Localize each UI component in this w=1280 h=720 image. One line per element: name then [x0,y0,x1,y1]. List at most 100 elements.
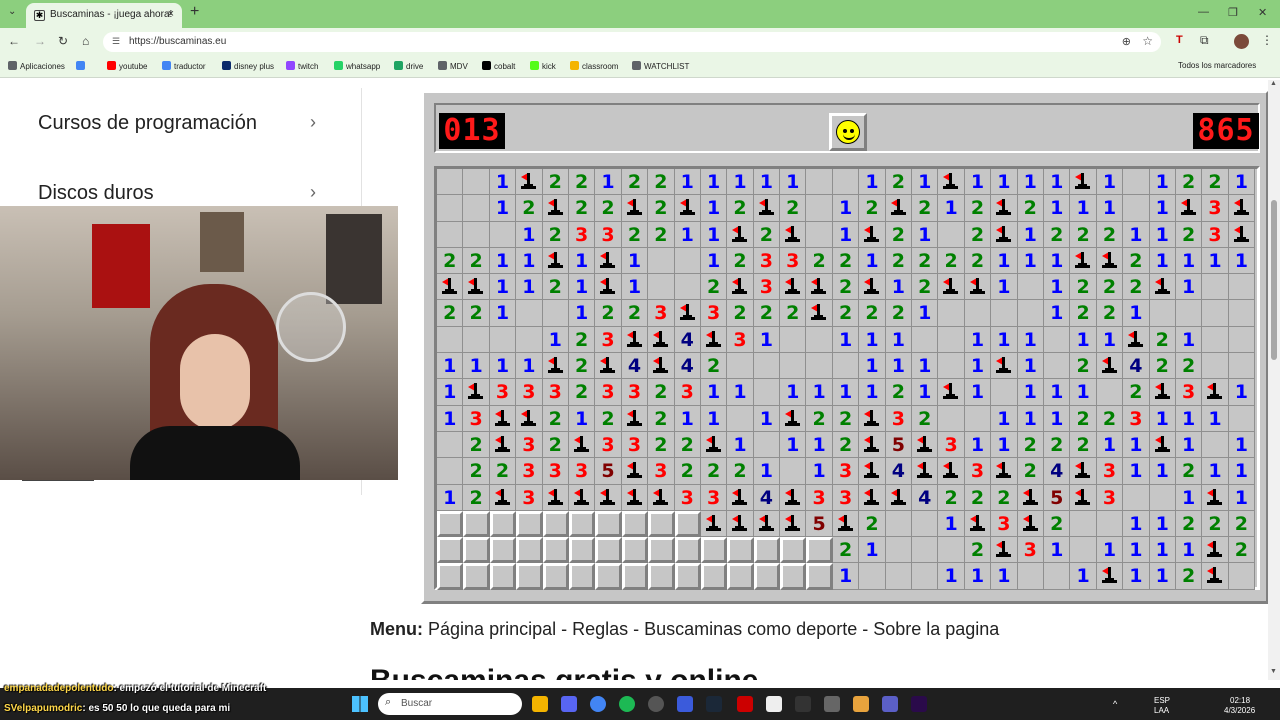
unrevealed-cell[interactable] [753,537,781,564]
reload-icon[interactable]: ↻ [58,34,68,48]
number-cell[interactable]: 1 [489,195,517,222]
number-cell[interactable]: 3 [1096,484,1124,511]
number-cell[interactable]: 1 [806,431,833,459]
all-bookmarks-button[interactable]: Todos los marcadores [1178,61,1256,70]
empty-cell[interactable] [489,326,517,354]
number-cell[interactable]: 1 [832,563,860,590]
flag-icon[interactable] [621,458,649,485]
empty-cell[interactable] [753,353,781,380]
number-cell[interactable]: 2 [912,247,939,275]
unrevealed-cell[interactable] [700,537,728,564]
number-cell[interactable]: 2 [938,247,965,275]
number-cell[interactable]: 1 [1228,247,1256,275]
number-cell[interactable]: 4 [753,484,781,511]
number-cell[interactable]: 2 [1043,431,1071,459]
number-cell[interactable]: 1 [1043,274,1071,301]
unrevealed-cell[interactable] [753,563,781,590]
empty-cell[interactable] [964,405,992,432]
minimize-icon[interactable]: — [1198,6,1209,18]
flag-icon[interactable] [1202,379,1229,406]
bookmark-star-icon[interactable]: ☆ [1142,34,1153,48]
unrevealed-cell[interactable] [568,510,596,538]
number-cell[interactable]: 2 [885,379,913,406]
number-cell[interactable]: 1 [1096,537,1124,564]
unrevealed-cell[interactable] [674,563,701,590]
number-cell[interactable]: 2 [1017,195,1044,222]
number-cell[interactable]: 2 [674,458,701,485]
number-cell[interactable]: 1 [568,300,596,327]
flag-icon[interactable] [516,405,543,432]
number-cell[interactable]: 3 [1123,405,1150,432]
empty-cell[interactable] [437,326,464,354]
number-cell[interactable]: 2 [964,221,992,248]
flag-icon[interactable] [595,247,622,275]
number-cell[interactable]: 1 [542,326,569,354]
flag-icon[interactable] [780,484,807,511]
flag-icon[interactable] [727,221,754,248]
number-cell[interactable]: 2 [516,195,543,222]
new-tab-button[interactable]: + [190,3,199,21]
unrevealed-cell[interactable] [516,537,543,564]
unrevealed-cell[interactable] [463,563,490,590]
empty-cell[interactable] [885,537,913,564]
number-cell[interactable]: 3 [516,379,543,406]
number-cell[interactable]: 1 [489,169,517,196]
flag-icon[interactable] [727,510,754,538]
empty-cell[interactable] [1202,353,1229,380]
empty-cell[interactable] [1228,353,1256,380]
empty-cell[interactable] [912,537,939,564]
number-cell[interactable]: 2 [806,405,833,432]
number-cell[interactable]: 1 [753,169,781,196]
spotify-icon[interactable] [619,696,635,712]
sidebar-item-cursos[interactable]: Cursos de programación [38,112,257,135]
unrevealed-cell[interactable] [516,563,543,590]
number-cell[interactable]: 1 [516,221,543,248]
number-cell[interactable]: 1 [1096,169,1124,196]
number-cell[interactable]: 1 [1175,274,1203,301]
number-cell[interactable]: 2 [437,300,464,327]
empty-cell[interactable] [1123,169,1150,196]
unrevealed-cell[interactable] [437,563,464,590]
empty-cell[interactable] [1017,300,1044,327]
chevron-right-icon[interactable]: › [310,182,316,203]
number-cell[interactable]: 1 [1043,405,1071,432]
number-cell[interactable]: 2 [568,326,596,354]
number-cell[interactable]: 3 [568,221,596,248]
taskbar-search[interactable]: ⌕ Buscar [378,693,522,715]
flag-icon[interactable] [991,537,1018,564]
number-cell[interactable]: 1 [991,169,1018,196]
number-cell[interactable]: 2 [1096,221,1124,248]
unrevealed-cell[interactable] [542,537,569,564]
unrevealed-cell[interactable] [700,563,728,590]
number-cell[interactable]: 1 [595,169,622,196]
empty-cell[interactable] [463,221,490,248]
number-cell[interactable]: 1 [1228,484,1256,511]
number-cell[interactable]: 1 [1070,195,1097,222]
number-cell[interactable]: 3 [542,379,569,406]
number-cell[interactable]: 1 [832,221,860,248]
unrevealed-cell[interactable] [489,537,517,564]
number-cell[interactable]: 2 [885,221,913,248]
number-cell[interactable]: 3 [595,431,622,459]
unrevealed-cell[interactable] [780,537,807,564]
flag-icon[interactable] [964,274,992,301]
unrevealed-cell[interactable] [437,537,464,564]
flag-icon[interactable] [674,300,701,327]
number-cell[interactable]: 1 [700,169,728,196]
unrevealed-cell[interactable] [648,537,675,564]
empty-cell[interactable] [1228,405,1256,432]
number-cell[interactable]: 2 [1070,405,1097,432]
flag-icon[interactable] [516,169,543,196]
empty-cell[interactable] [1202,326,1229,354]
empty-cell[interactable] [938,326,965,354]
flag-icon[interactable] [806,300,833,327]
number-cell[interactable]: 3 [568,458,596,485]
premiere-icon[interactable] [911,696,927,712]
number-cell[interactable]: 1 [1096,431,1124,459]
number-cell[interactable]: 1 [674,169,701,196]
flag-icon[interactable] [437,274,464,301]
number-cell[interactable]: 2 [1175,353,1203,380]
number-cell[interactable]: 1 [1070,379,1097,406]
empty-cell[interactable] [1228,326,1256,354]
number-cell[interactable]: 1 [1123,563,1150,590]
